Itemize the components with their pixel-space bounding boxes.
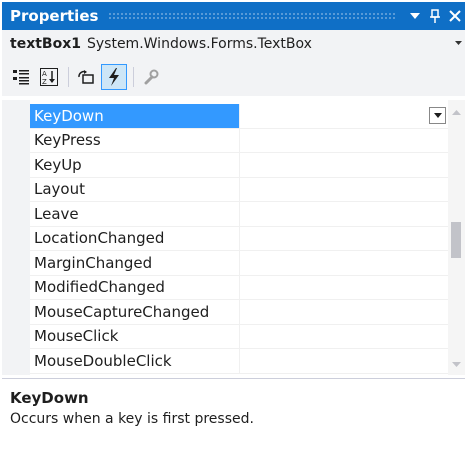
svg-text:Z: Z: [42, 78, 47, 86]
description-text: Occurs when a key is first pressed.: [10, 411, 254, 427]
property-row[interactable]: KeyDown: [30, 104, 450, 129]
chevron-down-icon: [410, 13, 420, 19]
vertical-scrollbar[interactable]: [448, 100, 465, 375]
property-value[interactable]: [240, 227, 450, 251]
property-name[interactable]: KeyUp: [30, 153, 240, 177]
property-value[interactable]: [240, 251, 450, 275]
property-value[interactable]: [240, 104, 450, 128]
property-value[interactable]: [240, 349, 450, 373]
title-bar-grip[interactable]: [108, 12, 397, 20]
property-name[interactable]: KeyPress: [30, 128, 240, 152]
property-row[interactable]: MouseCaptureChanged: [30, 300, 450, 325]
pin-icon: [430, 9, 440, 23]
property-pages-button[interactable]: [138, 64, 164, 90]
alphabetical-button[interactable]: A Z: [36, 64, 62, 90]
window-title: Properties: [10, 7, 99, 25]
property-value[interactable]: [240, 153, 450, 177]
property-row[interactable]: Leave: [30, 202, 450, 227]
scrollbar-thumb[interactable]: [451, 222, 461, 258]
property-row[interactable]: KeyUp: [30, 153, 450, 178]
categorized-button[interactable]: [8, 64, 34, 90]
property-row[interactable]: Layout: [30, 177, 450, 202]
property-row[interactable]: MouseClick: [30, 324, 450, 349]
close-button[interactable]: [445, 4, 465, 28]
property-value[interactable]: [240, 325, 450, 349]
toolbar-separator: [68, 67, 69, 87]
properties-button[interactable]: [73, 64, 99, 90]
wrench-icon: [144, 69, 159, 85]
pin-button[interactable]: [425, 4, 445, 28]
property-row[interactable]: MouseDoubleClick: [30, 349, 450, 374]
lightning-icon: [109, 68, 119, 86]
property-name[interactable]: MarginChanged: [30, 251, 240, 275]
chevron-down-icon: [433, 113, 442, 118]
properties-window: Properties textBox1 System.Windows.Forms…: [0, 0, 467, 456]
categorized-icon: [13, 70, 29, 85]
window-menu-button[interactable]: [405, 4, 425, 28]
svg-text:A: A: [42, 70, 47, 78]
object-type: System.Windows.Forms.TextBox: [86, 36, 312, 52]
property-grid: KeyDown KeyPress KeyUp Layout Leave LocationC…: [2, 100, 465, 375]
object-selector[interactable]: textBox1 System.Windows.Forms.TextBox: [2, 30, 465, 58]
property-value[interactable]: [240, 178, 450, 202]
property-value[interactable]: [240, 202, 450, 226]
property-value[interactable]: [240, 300, 450, 324]
value-dropdown-button[interactable]: [429, 107, 446, 124]
property-name[interactable]: Leave: [30, 202, 240, 226]
property-rows: KeyDown KeyPress KeyUp Layout Leave LocationC…: [30, 104, 450, 374]
object-name: textBox1: [10, 36, 81, 52]
property-row[interactable]: ModifiedChanged: [30, 275, 450, 300]
property-name[interactable]: Layout: [30, 177, 240, 201]
properties-toolbar: A Z: [2, 58, 465, 96]
property-value[interactable]: [240, 129, 450, 153]
property-name[interactable]: LocationChanged: [30, 226, 240, 250]
property-row[interactable]: MarginChanged: [30, 251, 450, 276]
events-button[interactable]: [101, 64, 127, 90]
description-title: KeyDown: [10, 389, 89, 407]
description-pane: KeyDown Occurs when a key is first press…: [2, 378, 465, 456]
property-name[interactable]: MouseDoubleClick: [30, 349, 240, 373]
close-icon: [449, 10, 461, 22]
property-value[interactable]: [240, 276, 450, 300]
toolbar-separator: [133, 67, 134, 87]
chevron-down-icon: [454, 41, 462, 45]
object-selector-dropdown[interactable]: [453, 38, 463, 48]
property-row[interactable]: KeyPress: [30, 128, 450, 153]
property-name[interactable]: KeyDown: [30, 104, 240, 128]
property-name[interactable]: MouseClick: [30, 324, 240, 348]
alphabetical-icon: A Z: [40, 68, 58, 86]
title-bar: Properties: [2, 2, 465, 30]
property-row[interactable]: LocationChanged: [30, 226, 450, 251]
property-name[interactable]: ModifiedChanged: [30, 275, 240, 299]
properties-icon: [78, 70, 94, 84]
property-name[interactable]: MouseCaptureChanged: [30, 300, 240, 324]
scroll-up-arrow-icon[interactable]: [452, 110, 461, 115]
scroll-down-arrow-icon[interactable]: [452, 362, 461, 367]
grid-gutter: [2, 100, 30, 375]
